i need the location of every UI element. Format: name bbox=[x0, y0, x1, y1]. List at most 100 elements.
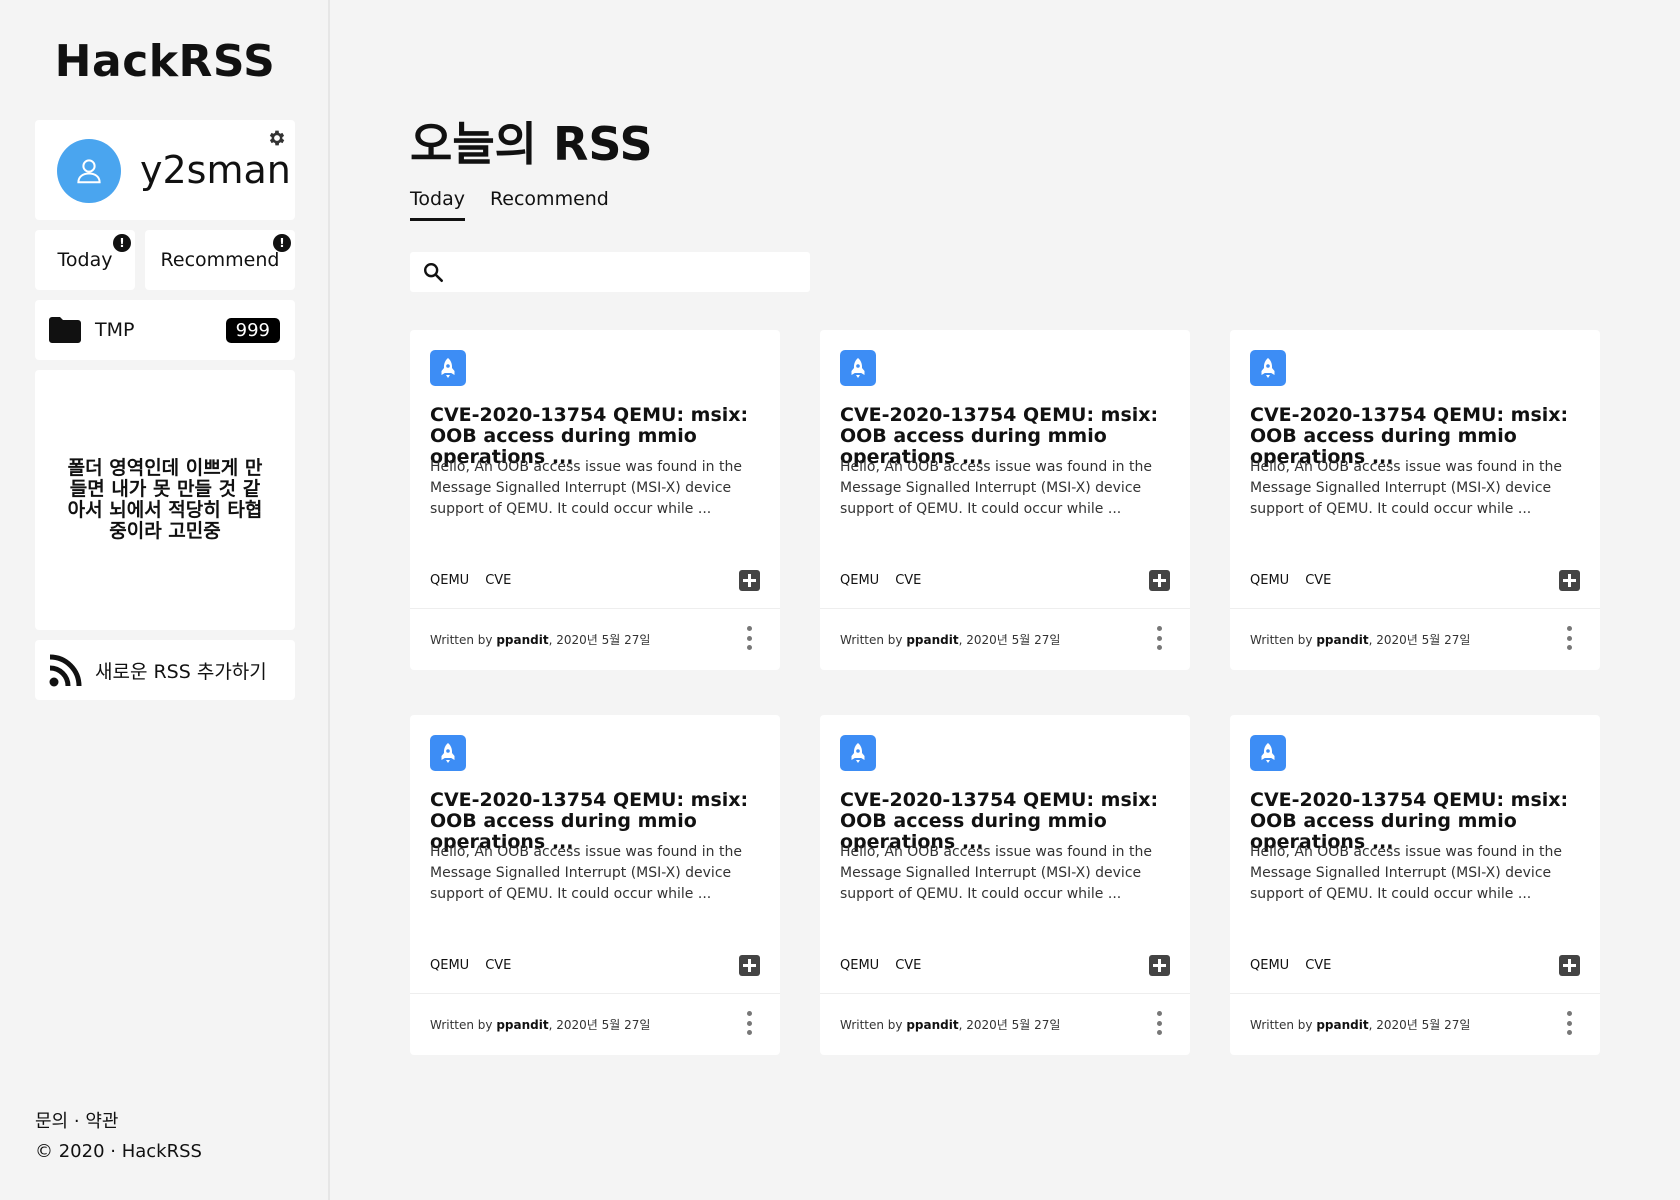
plus-icon[interactable] bbox=[1559, 570, 1580, 591]
plus-icon[interactable] bbox=[1559, 955, 1580, 976]
card-grid: CVE-2020-13754 QEMU: msix: OOB access du… bbox=[410, 330, 1600, 1055]
divider bbox=[1230, 608, 1600, 609]
add-rss-label: 새로운 RSS 추가하기 bbox=[95, 660, 267, 683]
card-tags: QEMU CVE bbox=[430, 958, 527, 973]
folder-area-text: 폴더 영역인데 이쁘게 만들면 내가 못 만들 것 같아서 뇌에서 적당히 타협… bbox=[67, 457, 263, 542]
sidebar-nav-recommend[interactable]: Recommend ! bbox=[145, 230, 295, 290]
rocket-icon bbox=[840, 350, 876, 386]
tag[interactable]: CVE bbox=[485, 573, 511, 588]
card-meta: Written by ppandit, 2020년 5월 27일 bbox=[840, 1016, 1060, 1033]
card-author[interactable]: ppandit bbox=[906, 1018, 958, 1032]
card-author[interactable]: ppandit bbox=[496, 633, 548, 647]
footer-separator: · bbox=[73, 1111, 80, 1132]
plus-icon[interactable] bbox=[739, 955, 760, 976]
written-by-label: Written by bbox=[1250, 1018, 1317, 1032]
plus-icon[interactable] bbox=[739, 570, 760, 591]
plus-icon[interactable] bbox=[1149, 570, 1170, 591]
card-description: Hello, An OOB access issue was found in … bbox=[430, 459, 742, 517]
profile-card: y2sman bbox=[35, 120, 295, 220]
card-date: , 2020년 5월 27일 bbox=[958, 633, 1061, 647]
tag[interactable]: QEMU bbox=[1250, 958, 1289, 973]
tag[interactable]: QEMU bbox=[840, 958, 879, 973]
card-meta: Written by ppandit, 2020년 5월 27일 bbox=[430, 631, 650, 648]
card-description: Hello, An OOB access issue was found in … bbox=[430, 844, 742, 902]
folder-area: 폴더 영역인데 이쁘게 만들면 내가 못 만들 것 같아서 뇌에서 적당히 타협… bbox=[35, 370, 295, 630]
more-vertical-icon[interactable] bbox=[746, 626, 752, 650]
rss-card[interactable]: CVE-2020-13754 QEMU: msix: OOB access du… bbox=[410, 715, 780, 1055]
user-icon bbox=[77, 159, 101, 184]
divider bbox=[1230, 993, 1600, 994]
add-rss-button[interactable]: 새로운 RSS 추가하기 bbox=[35, 640, 295, 700]
rss-icon bbox=[49, 654, 82, 687]
card-meta: Written by ppandit, 2020년 5월 27일 bbox=[1250, 1016, 1470, 1033]
tag[interactable]: QEMU bbox=[430, 958, 469, 973]
terms-link[interactable]: 약관 bbox=[85, 1111, 118, 1132]
more-vertical-icon[interactable] bbox=[1156, 626, 1162, 650]
divider bbox=[410, 608, 780, 609]
tag[interactable]: CVE bbox=[485, 958, 511, 973]
rss-card[interactable]: CVE-2020-13754 QEMU: msix: OOB access du… bbox=[410, 330, 780, 670]
card-tags: QEMU CVE bbox=[840, 573, 937, 588]
folder-icon bbox=[49, 317, 81, 343]
nav-today-label: Today bbox=[57, 249, 113, 271]
tag[interactable]: CVE bbox=[895, 958, 921, 973]
card-meta: Written by ppandit, 2020년 5월 27일 bbox=[840, 631, 1060, 648]
rocket-icon bbox=[1250, 735, 1286, 771]
rss-card[interactable]: CVE-2020-13754 QEMU: msix: OOB access du… bbox=[820, 330, 1190, 670]
card-tags: QEMU CVE bbox=[1250, 958, 1347, 973]
alert-badge: ! bbox=[273, 234, 291, 252]
card-description: Hello, An OOB access issue was found in … bbox=[1250, 459, 1562, 517]
card-author[interactable]: ppandit bbox=[1316, 633, 1368, 647]
rss-card[interactable]: CVE-2020-13754 QEMU: msix: OOB access du… bbox=[1230, 715, 1600, 1055]
tab-today[interactable]: Today bbox=[410, 188, 465, 221]
search-bar bbox=[410, 252, 810, 292]
card-date: , 2020년 5월 27일 bbox=[1368, 1018, 1471, 1032]
tag[interactable]: QEMU bbox=[1250, 573, 1289, 588]
main-content: 오늘의 RSS Today Recommend CVE-2020-13754 Q… bbox=[410, 0, 1680, 1200]
folder-name: TMP bbox=[95, 319, 135, 341]
card-meta: Written by ppandit, 2020년 5월 27일 bbox=[430, 1016, 650, 1033]
tab-recommend[interactable]: Recommend bbox=[490, 188, 609, 221]
alert-badge: ! bbox=[113, 234, 131, 252]
card-author[interactable]: ppandit bbox=[906, 633, 958, 647]
written-by-label: Written by bbox=[430, 1018, 497, 1032]
search-input[interactable] bbox=[452, 254, 810, 290]
sidebar: HackRSS y2sman Today ! Recommend ! TMP 9… bbox=[0, 0, 330, 1200]
rss-card[interactable]: CVE-2020-13754 QEMU: msix: OOB access du… bbox=[820, 715, 1190, 1055]
card-date: , 2020년 5월 27일 bbox=[1368, 633, 1471, 647]
gear-icon[interactable] bbox=[267, 128, 287, 148]
divider bbox=[410, 993, 780, 994]
tag[interactable]: CVE bbox=[895, 573, 921, 588]
logo[interactable]: HackRSS bbox=[0, 36, 330, 87]
page-title: 오늘의 RSS bbox=[410, 117, 653, 171]
more-vertical-icon[interactable] bbox=[746, 1011, 752, 1035]
folder-item-tmp[interactable]: TMP 999 bbox=[35, 300, 295, 360]
copyright: © 2020 · HackRSS bbox=[35, 1141, 202, 1162]
more-vertical-icon[interactable] bbox=[1156, 1011, 1162, 1035]
card-author[interactable]: ppandit bbox=[1316, 1018, 1368, 1032]
more-vertical-icon[interactable] bbox=[1566, 1011, 1572, 1035]
tag[interactable]: QEMU bbox=[430, 573, 469, 588]
divider bbox=[820, 993, 1190, 994]
tag[interactable]: QEMU bbox=[840, 573, 879, 588]
card-description: Hello, An OOB access issue was found in … bbox=[1250, 844, 1562, 902]
written-by-label: Written by bbox=[1250, 633, 1317, 647]
plus-icon[interactable] bbox=[1149, 955, 1170, 976]
tab-bar: Today Recommend bbox=[410, 188, 634, 221]
rss-card[interactable]: CVE-2020-13754 QEMU: msix: OOB access du… bbox=[1230, 330, 1600, 670]
card-date: , 2020년 5월 27일 bbox=[548, 633, 651, 647]
tag[interactable]: CVE bbox=[1305, 958, 1331, 973]
card-description: Hello, An OOB access issue was found in … bbox=[840, 459, 1152, 517]
more-vertical-icon[interactable] bbox=[1566, 626, 1572, 650]
card-date: , 2020년 5월 27일 bbox=[958, 1018, 1061, 1032]
avatar[interactable] bbox=[57, 139, 121, 203]
footer-links: 문의 · 약관 bbox=[35, 1107, 202, 1137]
rocket-icon bbox=[1250, 350, 1286, 386]
written-by-label: Written by bbox=[840, 1018, 907, 1032]
card-date: , 2020년 5월 27일 bbox=[548, 1018, 651, 1032]
tag[interactable]: CVE bbox=[1305, 573, 1331, 588]
card-tags: QEMU CVE bbox=[840, 958, 937, 973]
contact-link[interactable]: 문의 bbox=[35, 1111, 68, 1132]
sidebar-nav-today[interactable]: Today ! bbox=[35, 230, 135, 290]
card-author[interactable]: ppandit bbox=[496, 1018, 548, 1032]
